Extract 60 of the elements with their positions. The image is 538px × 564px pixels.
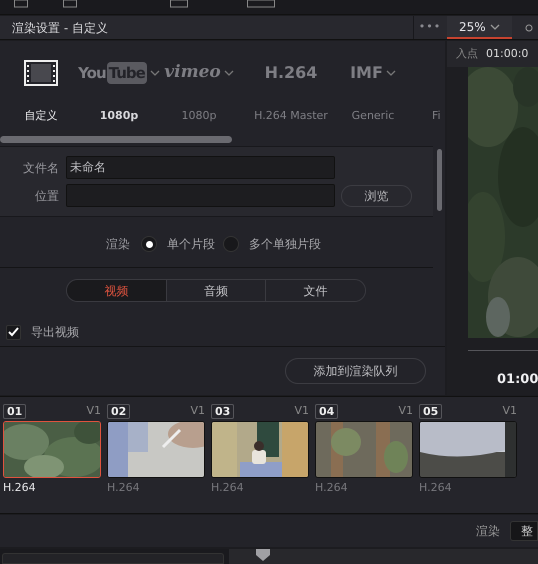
codec-label: H.264 xyxy=(3,480,37,496)
toolbar-icon[interactable] xyxy=(170,0,188,8)
tab[interactable]: 文件 xyxy=(265,280,365,301)
chevron-down-icon[interactable] xyxy=(150,70,160,76)
panel-title: 渲染设置 - 自定义 xyxy=(12,20,108,36)
chevron-down-icon[interactable] xyxy=(224,70,234,76)
render-dropdown[interactable]: 整 xyxy=(510,521,538,541)
track-label: V1 xyxy=(502,402,517,419)
browse-button[interactable]: 浏览 xyxy=(341,184,412,206)
circle-icon[interactable] xyxy=(525,24,533,32)
codec-label: H.264 xyxy=(211,480,245,496)
chevron-down-icon[interactable] xyxy=(490,24,500,30)
toolbar-icon[interactable] xyxy=(247,0,275,8)
render-label: 渲染 xyxy=(476,523,500,540)
radio-label[interactable]: 单个片段 xyxy=(167,235,215,253)
track-label: V1 xyxy=(398,402,413,419)
input-field[interactable] xyxy=(66,184,335,207)
toolbar-icon[interactable] xyxy=(14,0,28,8)
preset-logo[interactable]: H.264 xyxy=(264,61,318,85)
clip-number: 04 xyxy=(315,404,338,418)
codec-label: H.264 xyxy=(419,480,453,496)
preset-label[interactable]: H.264 Master xyxy=(254,108,328,124)
add-to-render-queue-button[interactable]: 添加到渲染队列 xyxy=(285,358,426,384)
vimeo-logo[interactable]: vimeo xyxy=(164,60,221,86)
checkbox-label[interactable]: 导出视频 xyxy=(31,323,79,341)
track-label: V1 xyxy=(86,402,101,419)
codec-label: H.264 xyxy=(107,480,141,496)
track-label: V1 xyxy=(294,402,309,419)
clip-number: 03 xyxy=(211,404,234,418)
preset-label[interactable]: 1080p xyxy=(100,108,138,124)
timecode: 01:00 xyxy=(497,371,538,389)
playhead-icon[interactable] xyxy=(256,549,270,561)
clip-number: 02 xyxy=(107,404,130,418)
in-point-label: 入点 xyxy=(456,46,478,62)
radio-button[interactable] xyxy=(223,236,239,252)
preset-label[interactable]: Generic xyxy=(352,108,394,124)
render-label: 渲染 xyxy=(106,236,130,253)
more-options-button[interactable]: ••• xyxy=(413,16,446,39)
radio-button[interactable] xyxy=(141,236,157,252)
preset-label[interactable]: Fi xyxy=(432,108,441,124)
preset-logo[interactable]: IMF xyxy=(350,61,383,85)
clip-number: 05 xyxy=(419,404,442,418)
preset-label[interactable]: 自定义 xyxy=(24,108,58,124)
vertical-scrollbar[interactable] xyxy=(437,149,442,211)
field-label: 文件名 xyxy=(22,160,60,176)
track-label: V1 xyxy=(190,402,205,419)
field-label: 位置 xyxy=(34,188,60,204)
film-strip-icon[interactable] xyxy=(24,60,58,86)
radio-label[interactable]: 多个单独片段 xyxy=(249,235,321,253)
tab[interactable]: 视频 xyxy=(67,280,166,301)
toolbar-icon[interactable] xyxy=(63,0,77,8)
chevron-down-icon[interactable] xyxy=(386,70,396,76)
codec-label: H.264 xyxy=(315,480,349,496)
zoom-dropdown[interactable]: 25% xyxy=(447,16,512,39)
horizontal-scrollbar[interactable] xyxy=(0,136,232,143)
in-point-timecode: 01:00:0 xyxy=(486,46,528,62)
checkbox[interactable] xyxy=(6,324,21,340)
preset-label[interactable]: 1080p xyxy=(182,108,216,124)
input-field[interactable]: 未命名 xyxy=(66,156,335,179)
clip-number: 01 xyxy=(3,404,26,418)
